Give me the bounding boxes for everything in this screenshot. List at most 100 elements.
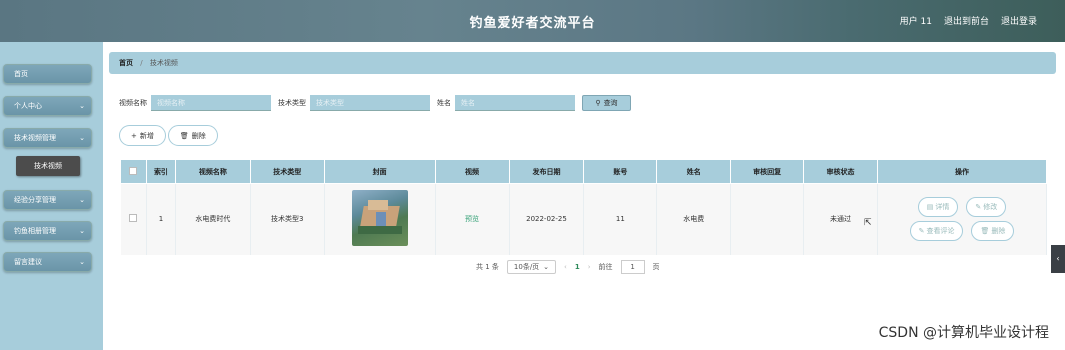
col-name: 姓名 bbox=[656, 159, 732, 184]
sidebar-item-album-mgmt[interactable]: 钓鱼相册管理 ⌄ bbox=[3, 221, 92, 241]
user-links: 用户 11 退出到前台 退出登录 bbox=[900, 14, 1037, 27]
goto-page-input[interactable]: 1 bbox=[620, 260, 645, 274]
video-name-input[interactable] bbox=[151, 95, 271, 111]
sidebar-item-label: 留言建议 bbox=[14, 258, 42, 266]
row-select-cell[interactable] bbox=[120, 183, 147, 255]
col-video-name: 视频名称 bbox=[174, 159, 251, 184]
chevron-down-icon: ⌄ bbox=[79, 102, 85, 110]
collapse-tab[interactable]: ‹ bbox=[1051, 245, 1065, 273]
cover-image bbox=[351, 190, 408, 247]
search-form: 视频名称 技术类型 姓名 ⚲ 查询 bbox=[119, 94, 631, 112]
tech-type-input[interactable] bbox=[310, 95, 430, 111]
col-cover: 封面 bbox=[323, 159, 436, 184]
plus-icon: + bbox=[131, 131, 137, 140]
mouse-cursor-icon: ⇱ bbox=[864, 218, 872, 228]
cell-operations: ▤ 详情 ✎ 修改 ✎ 查看评论 🗑 删除 bbox=[877, 183, 1048, 255]
trash-icon: 🗑 bbox=[980, 227, 990, 236]
sidebar-item-feedback[interactable]: 留言建议 ⌄ bbox=[3, 252, 92, 272]
col-video: 视频 bbox=[434, 159, 510, 184]
cell-tech-type: 技术类型3 bbox=[250, 183, 325, 255]
col-tech-type: 技术类型 bbox=[249, 159, 325, 184]
breadcrumb-current: 技术视频 bbox=[149, 59, 178, 67]
trash-icon: 🗑 bbox=[179, 131, 189, 140]
add-button[interactable]: + 新增 bbox=[119, 125, 166, 146]
name-label: 姓名 bbox=[437, 99, 451, 107]
sidebar-item-label: 技术视频管理 bbox=[14, 134, 56, 142]
cell-cover bbox=[324, 183, 436, 255]
page-size-select[interactable]: 10条/页 ⌄ bbox=[506, 260, 557, 274]
logout-link[interactable]: 退出登录 bbox=[1001, 14, 1037, 27]
view-comments-button[interactable]: ✎ 查看评论 bbox=[909, 221, 964, 242]
search-icon: ⚲ bbox=[595, 99, 601, 107]
detail-button-label: 详情 bbox=[935, 203, 950, 212]
delete-button-label: 删除 bbox=[191, 131, 206, 140]
row-delete-label: 删除 bbox=[991, 227, 1006, 236]
main-content: 首页 / 技术视频 视频名称 技术类型 姓名 ⚲ 查询 + 新增 🗑 删除 索引 bbox=[103, 42, 1065, 350]
chevron-down-icon: ⌄ bbox=[79, 258, 85, 266]
col-index: 索引 bbox=[145, 159, 176, 184]
chevron-down-icon: ⌄ bbox=[543, 263, 550, 271]
edit-button[interactable]: ✎ 修改 bbox=[966, 197, 1007, 218]
edit-button-label: 修改 bbox=[983, 203, 998, 212]
cell-review-reply bbox=[730, 183, 805, 255]
col-account: 账号 bbox=[583, 159, 658, 184]
col-review-status: 审核状态 bbox=[803, 159, 878, 184]
next-page-icon[interactable]: › bbox=[588, 263, 591, 271]
sidebar-item-label: 钓鱼相册管理 bbox=[14, 227, 56, 235]
prev-page-icon[interactable]: ‹ bbox=[564, 263, 567, 271]
top-header: 钓鱼爱好者交流平台 用户 11 退出到前台 退出登录 bbox=[0, 0, 1065, 42]
detail-button[interactable]: ▤ 详情 bbox=[917, 197, 959, 218]
sidebar-item-home[interactable]: 首页 bbox=[3, 64, 92, 84]
col-review-reply: 审核回复 bbox=[730, 159, 805, 184]
select-all-cell[interactable] bbox=[120, 159, 147, 184]
search-button[interactable]: ⚲ 查询 bbox=[582, 95, 631, 111]
cell-video-name: 水电费时代 bbox=[175, 183, 251, 255]
action-bar: + 新增 🗑 删除 bbox=[119, 125, 218, 146]
sidebar-item-label: 经验分享管理 bbox=[14, 196, 56, 204]
table-header-row: 索引 视频名称 技术类型 封面 视频 发布日期 账号 姓名 审核回复 审核状态 … bbox=[120, 159, 1048, 184]
add-button-label: 新增 bbox=[139, 131, 154, 140]
chevron-down-icon: ⌄ bbox=[79, 227, 85, 235]
page-size-value: 10条/页 bbox=[513, 263, 540, 271]
preview-link[interactable]: 预览 bbox=[465, 215, 479, 223]
sidebar-subitem-tech-video[interactable]: 技术视频 bbox=[16, 156, 80, 176]
row-checkbox[interactable] bbox=[129, 214, 138, 223]
video-name-label: 视频名称 bbox=[119, 99, 147, 107]
sidebar-item-label: 个人中心 bbox=[14, 102, 42, 110]
video-table: 索引 视频名称 技术类型 封面 视频 发布日期 账号 姓名 审核回复 审核状态 … bbox=[120, 159, 1048, 255]
cell-publish-date: 2022-02-25 bbox=[509, 183, 585, 255]
total-count: 共 1 条 bbox=[476, 263, 499, 271]
select-all-checkbox[interactable] bbox=[129, 166, 138, 175]
cell-video: 预览 bbox=[435, 183, 510, 255]
sidebar-item-experience-mgmt[interactable]: 经验分享管理 ⌄ bbox=[3, 190, 92, 210]
current-page[interactable]: 1 bbox=[575, 263, 580, 271]
chevron-down-icon: ⌄ bbox=[79, 134, 85, 142]
pagination: 共 1 条 10条/页 ⌄ ‹ 1 › 前往 1 页 bbox=[476, 260, 660, 274]
search-button-label: 查询 bbox=[603, 99, 618, 107]
pencil-icon: ✎ bbox=[918, 227, 925, 236]
sidebar-item-personal-center[interactable]: 个人中心 ⌄ bbox=[3, 96, 92, 116]
col-operations: 操作 bbox=[876, 159, 1048, 184]
user-name: 用户 11 bbox=[899, 17, 932, 27]
sidebar-item-label: 首页 bbox=[14, 70, 28, 78]
table-row: 1 水电费时代 技术类型3 预览 2022-02-25 11 水电费 未通过 ▤… bbox=[120, 183, 1048, 255]
goto-label: 前往 bbox=[598, 263, 613, 271]
cell-name: 水电费 bbox=[656, 183, 732, 255]
breadcrumb: 首页 / 技术视频 bbox=[109, 52, 1056, 74]
delete-button[interactable]: 🗑 删除 bbox=[167, 125, 218, 146]
name-input[interactable] bbox=[455, 95, 575, 111]
back-to-front-link[interactable]: 退出到前台 bbox=[944, 14, 989, 27]
view-comments-label: 查看评论 bbox=[926, 227, 955, 236]
breadcrumb-home[interactable]: 首页 bbox=[119, 59, 133, 67]
sidebar-item-tech-video-mgmt[interactable]: 技术视频管理 ⌄ bbox=[3, 128, 92, 148]
breadcrumb-separator: / bbox=[140, 59, 143, 67]
cell-account: 11 bbox=[583, 183, 658, 255]
pencil-icon: ✎ bbox=[975, 203, 982, 212]
sidebar: 首页 个人中心 ⌄ 技术视频管理 ⌄ 技术视频 经验分享管理 ⌄ 钓鱼相册管理 … bbox=[0, 42, 103, 350]
chevron-down-icon: ⌄ bbox=[79, 196, 85, 204]
watermark: CSDN @计算机毕业设计程 bbox=[878, 325, 1049, 341]
page-suffix: 页 bbox=[652, 263, 660, 271]
tech-type-label: 技术类型 bbox=[278, 99, 306, 107]
row-delete-button[interactable]: 🗑 删除 bbox=[971, 221, 1015, 242]
cell-index: 1 bbox=[146, 183, 176, 255]
